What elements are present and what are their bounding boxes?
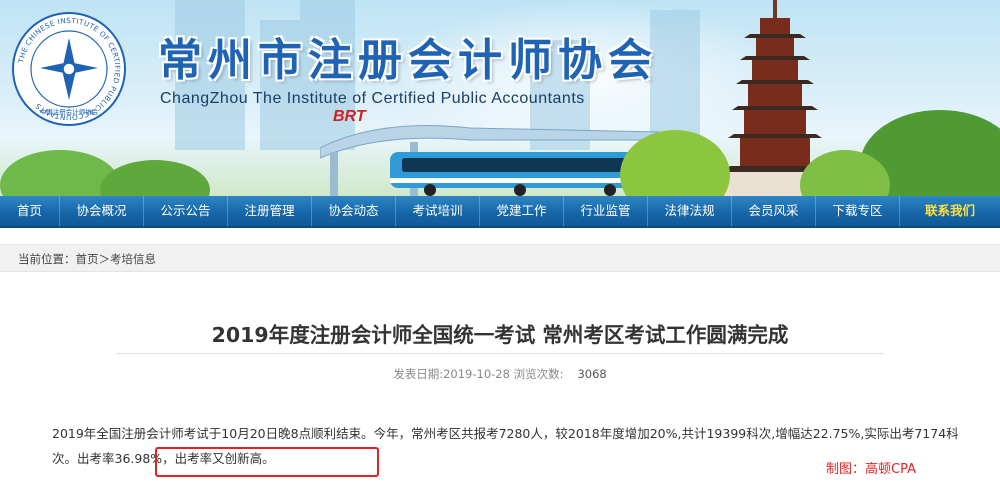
- breadcrumb-prefix: 当前位置：: [18, 252, 76, 266]
- main-nav: 首页 协会概况 公示公告 注册管理 协会动态 考试培训 党建工作 行业监管 法律…: [0, 196, 1000, 228]
- breadcrumb-home-link[interactable]: 首页: [76, 252, 99, 266]
- article-title: 2019年度注册会计师全国统一考试 常州考区考试工作圆满完成: [211, 323, 789, 347]
- nav-item-announcements[interactable]: 公示公告: [144, 196, 228, 226]
- title-divider: [116, 353, 884, 354]
- logo-cn-text: 中国注册会计师协会: [40, 107, 99, 116]
- publish-date-label: 发表日期:: [393, 367, 444, 381]
- nav-item-laws[interactable]: 法律法规: [648, 196, 732, 226]
- nav-item-exam-training[interactable]: 考试培训: [396, 196, 480, 226]
- nav-item-party-building[interactable]: 党建工作: [480, 196, 564, 226]
- nav-item-news[interactable]: 协会动态: [312, 196, 396, 226]
- cicpa-emblem-icon: THE CHINESE INSTITUTE OF CERTIFIED PUBLI…: [12, 12, 126, 126]
- views-label: 浏览次数:: [513, 367, 564, 381]
- article-meta: 发表日期:2019-10-28 浏览次数: 3068: [0, 366, 1000, 382]
- nav-item-registration[interactable]: 注册管理: [228, 196, 312, 226]
- image-credit: 制图：高顿CPA: [826, 462, 916, 477]
- site-title-en: ChangZhou The Institute of Certified Pub…: [160, 90, 585, 107]
- nav-item-downloads[interactable]: 下载专区: [816, 196, 900, 226]
- nav-item-members[interactable]: 会员风采: [732, 196, 816, 226]
- publish-date: 2019-10-28: [443, 367, 510, 381]
- site-banner: THE CHINESE INSTITUTE OF CERTIFIED PUBLI…: [0, 0, 1000, 196]
- nav-item-contact[interactable]: 联系我们: [900, 196, 1000, 226]
- site-title-cn: 常州市注册会计师协会: [158, 35, 658, 86]
- breadcrumb: 当前位置：首页＞考培信息: [0, 244, 1000, 272]
- banner-tree: [100, 160, 210, 196]
- highlight-box: [155, 447, 379, 477]
- nav-item-about[interactable]: 协会概况: [60, 196, 144, 226]
- breadcrumb-separator: ＞: [98, 252, 111, 266]
- brt-station-illustration: [320, 125, 660, 196]
- nav-item-supervision[interactable]: 行业监管: [564, 196, 648, 226]
- breadcrumb-current: 考培信息: [110, 252, 156, 266]
- views-count: 3068: [577, 367, 607, 381]
- nav-item-home[interactable]: 首页: [0, 196, 60, 226]
